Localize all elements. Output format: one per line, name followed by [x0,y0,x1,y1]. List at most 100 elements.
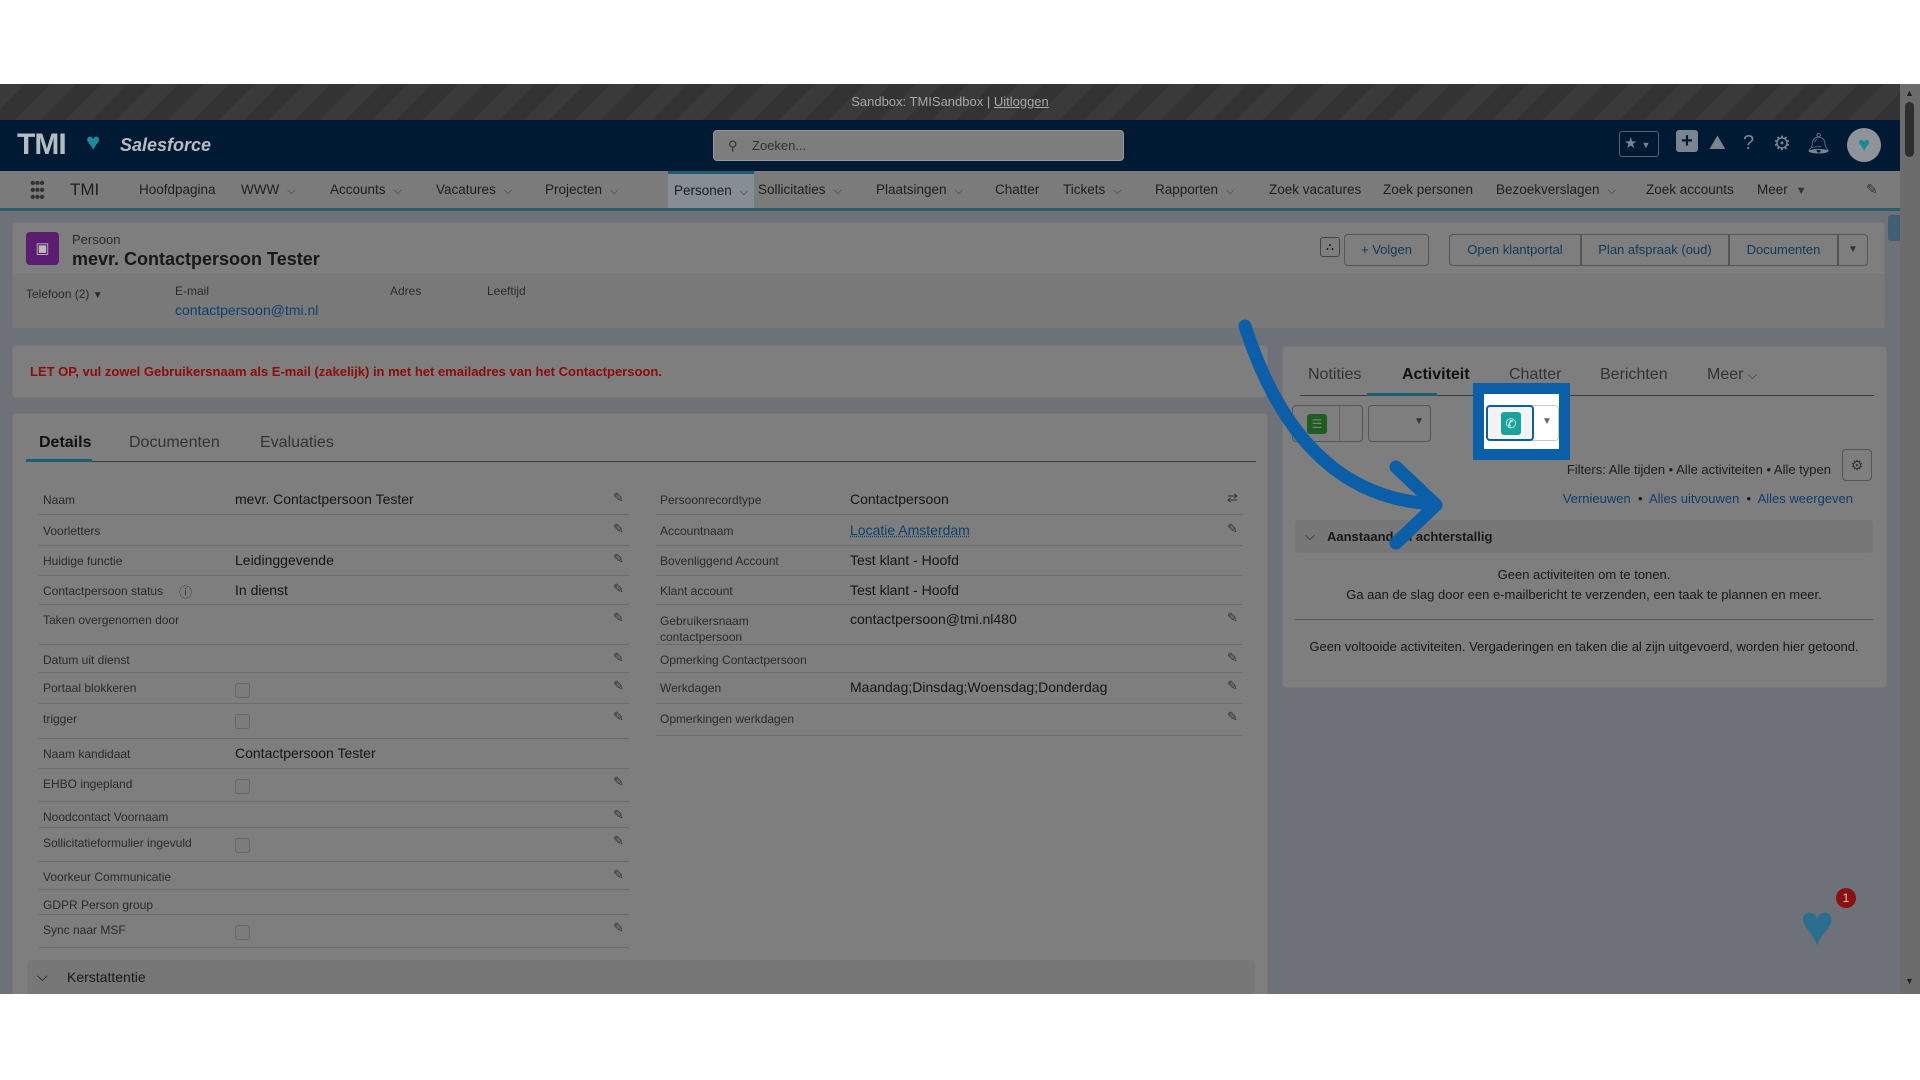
scroll-up-icon[interactable]: ▲ [1905,88,1914,98]
notifications-bell-icon[interactable]: 🔔︎ [1806,131,1831,156]
nav-item-www[interactable]: WWW ⌵ [241,171,296,208]
section-kerstattentie[interactable]: ⌵ Kerstattentie [27,960,1255,994]
scrollbar-thumb[interactable] [1905,102,1914,157]
nav-item-plaatsingen[interactable]: Plaatsingen ⌵ [876,171,963,208]
edit-pencil-icon[interactable]: ✎ [613,650,624,666]
support-widget[interactable]: ♥ 1 [1800,888,1860,956]
chevron-down-icon[interactable]: ⌵ [955,185,963,197]
edit-pencil-icon[interactable]: ✎ [1227,650,1238,666]
edit-pencil-icon[interactable]: ✎ [613,490,624,506]
chevron-down-icon[interactable]: ⌵ [834,185,842,197]
logout-link[interactable]: Uitloggen [994,94,1049,109]
field-label: Contactpersoon status [43,584,164,598]
tab-details[interactable]: Details [39,434,91,452]
edit-pencil-icon[interactable]: ✎ [613,610,624,626]
plan-afspraak-button[interactable]: Plan afspraak (oud) [1581,234,1729,266]
chevron-down-icon[interactable]: ⌵ [610,185,618,197]
view-all-link[interactable]: Alles weergeven [1758,491,1853,506]
info-icon[interactable]: ⓘ [179,582,192,601]
app-launcher-icon[interactable]: ••• ••• ••• [30,176,45,206]
phone-dropdown[interactable]: Telefoon (2) ▼ [26,287,103,301]
chevron-down-icon[interactable]: ⌵ [1113,185,1121,197]
field-value[interactable]: Locatie Amsterdam [850,522,970,538]
chevron-down-icon[interactable]: ⌵ [287,185,295,197]
collapse-panel-handle[interactable] [1888,215,1900,241]
filter-settings-gear-icon[interactable]: ⚙ [1842,449,1872,481]
nav-item-zoek-vacatures[interactable]: Zoek vacatures [1269,171,1361,208]
open-klantportal-button[interactable]: Open klantportal [1449,234,1581,266]
edit-pencil-icon[interactable]: ✎ [613,867,624,883]
field-row: Naam mevr. Contactpersoon Tester ✎ [39,485,629,515]
search-placeholder: Zoeken... [752,138,807,153]
nav-item-bezoekverslagen[interactable]: Bezoekverslagen ⌵ [1496,171,1616,208]
scrollbar[interactable]: ▲ ▼ [1900,84,1920,994]
chevron-down-icon[interactable]: ⌵ [394,185,402,197]
nav-item-hoofdpagina[interactable]: Hoofdpagina [139,171,216,208]
field-label: Sync naar MSF [43,923,126,937]
tab-evaluaties[interactable]: Evaluaties [260,434,334,452]
field-label: Persoonrecordtype [660,493,762,507]
nav-item-label: Sollicitaties [758,182,826,197]
chevron-down-icon[interactable]: ▼ [1796,185,1807,197]
hierarchy-icon[interactable]: ⛬ [1320,237,1340,257]
nav-item-sollicitaties[interactable]: Sollicitaties ⌵ [758,171,842,208]
edit-pencil-icon[interactable]: ✎ [613,807,624,823]
search-icon: ⚲ [728,138,738,153]
chevron-down-icon[interactable]: ⌵ [504,185,512,197]
record-type-label: Persoon [72,232,121,247]
email-link[interactable]: contactpersoon@tmi.nl [175,302,318,318]
setup-gear-icon[interactable]: ⚙ [1773,131,1791,156]
more-actions-chevron-down-icon[interactable]: ▼ [1838,234,1868,266]
nav-item-personen[interactable]: Personen ⌵ [668,171,755,208]
avatar[interactable]: ♥ [1847,128,1881,162]
section-title: Kerstattentie [67,969,146,985]
favorites-star-icon[interactable]: ★ ▼ [1619,131,1659,157]
tab-chatter[interactable]: Chatter [1509,366,1561,384]
add-icon[interactable]: + [1676,130,1698,152]
search-input[interactable]: ⚲ Zoeken... [713,130,1124,161]
edit-pencil-icon[interactable]: ✎ [1227,678,1238,694]
chevron-down-icon[interactable]: ⌵ [740,186,748,198]
nav-item-accounts[interactable]: Accounts ⌵ [330,171,402,208]
edit-pencil-icon[interactable]: ✎ [613,774,624,790]
tab-meer[interactable]: Meer ⌵ [1707,366,1757,384]
expand-all-link[interactable]: Alles uitvouwen [1649,491,1739,506]
field-value: In dienst [235,582,288,598]
nav-item-zoek-personen[interactable]: Zoek personen [1383,171,1473,208]
nav-item-tickets[interactable]: Tickets ⌵ [1063,171,1122,208]
chevron-down-icon[interactable]: ⌵ [1226,185,1234,197]
nav-item-zoek-accounts[interactable]: Zoek accounts [1646,171,1734,208]
nav-item-chatter[interactable]: Chatter [995,171,1039,208]
scroll-down-icon[interactable]: ▼ [1905,976,1914,986]
nav-item-rapporten[interactable]: Rapporten ⌵ [1155,171,1234,208]
edit-pencil-icon[interactable]: ✎ [613,581,624,597]
nav-item-projecten[interactable]: Projecten ⌵ [545,171,618,208]
tab-berichten[interactable]: Berichten [1600,366,1668,384]
field-checkbox [235,714,250,729]
chevron-down-icon[interactable]: ⌵ [1608,185,1616,197]
field-row: Noodcontact Voornaam ✎ [39,802,629,828]
edit-nav-pencil-icon[interactable]: ✎ [1866,181,1878,198]
nav-item-label: WWW [241,182,280,197]
details-card: Details Documenten Evaluaties Naam mevr. … [12,413,1268,994]
edit-pencil-icon[interactable]: ✎ [613,709,624,725]
log-call-button[interactable]: ✆ [1486,405,1534,441]
nav-item-meer[interactable]: Meer ▼ [1757,171,1807,208]
refresh-link[interactable]: Vernieuwen [1563,491,1631,506]
nav-item-vacatures[interactable]: Vacatures ⌵ [436,171,512,208]
edit-pencil-icon[interactable]: ✎ [1227,709,1238,725]
edit-pencil-icon[interactable]: ✎ [613,521,624,537]
help-icon[interactable]: ? [1743,132,1754,155]
follow-button[interactable]: + Volgen [1344,234,1429,266]
edit-pencil-icon[interactable]: ✎ [1227,610,1238,626]
chevron-down-icon[interactable]: ▼ [1542,416,1552,427]
edit-pencil-icon[interactable]: ✎ [613,833,624,849]
nav-item-label: Vacatures [436,182,496,197]
documenten-button[interactable]: Documenten [1729,234,1838,266]
edit-pencil-icon[interactable]: ✎ [613,551,624,567]
edit-pencil-icon[interactable]: ✎ [613,678,624,694]
tab-documenten[interactable]: Documenten [129,434,220,452]
logo: TMI [17,128,67,161]
trailhead-icon[interactable]: ⛰ [1709,132,1726,155]
edit-pencil-icon[interactable]: ✎ [613,920,624,936]
